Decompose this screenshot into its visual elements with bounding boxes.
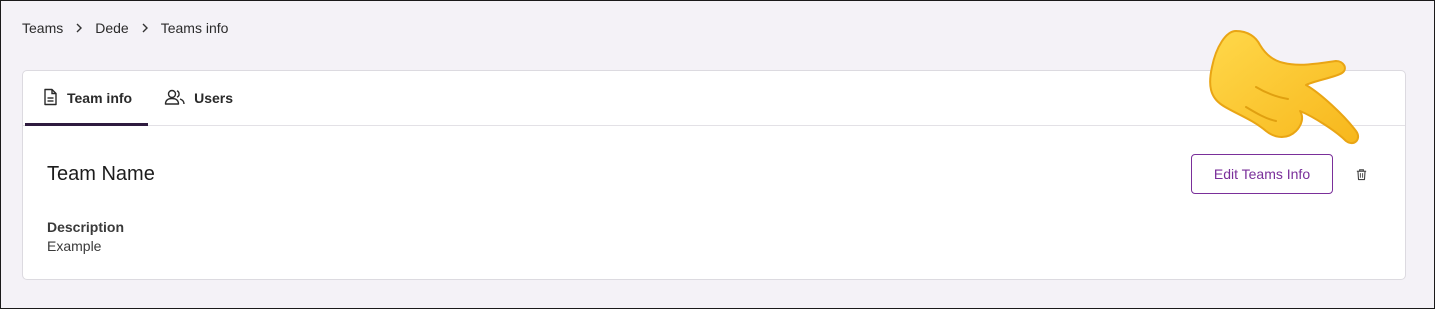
tab-team-info[interactable]: Team info [25,71,149,126]
description-value: Example [47,238,102,254]
breadcrumb-item-teams-info: Teams info [160,20,229,36]
breadcrumb: Teams Dede Teams info [22,20,228,36]
users-icon [164,88,186,109]
document-icon [41,88,59,109]
breadcrumb-item-teams[interactable]: Teams [22,20,63,36]
edit-teams-info-button[interactable]: Edit Teams Info [1191,154,1333,194]
chevron-right-icon [139,22,151,34]
tab-bar: Team info Users [23,71,1405,126]
chevron-right-icon [73,22,85,34]
team-name-heading: Team Name [47,163,155,185]
tab-users[interactable]: Users [148,71,249,125]
description-label: Description [47,219,125,235]
team-card: Team info Users Team Name Edit Teams Inf… [22,70,1406,280]
breadcrumb-item-dede[interactable]: Dede [95,20,128,36]
tab-label: Team info [67,90,133,106]
trash-icon[interactable] [1353,166,1369,182]
tab-label: Users [194,90,233,106]
